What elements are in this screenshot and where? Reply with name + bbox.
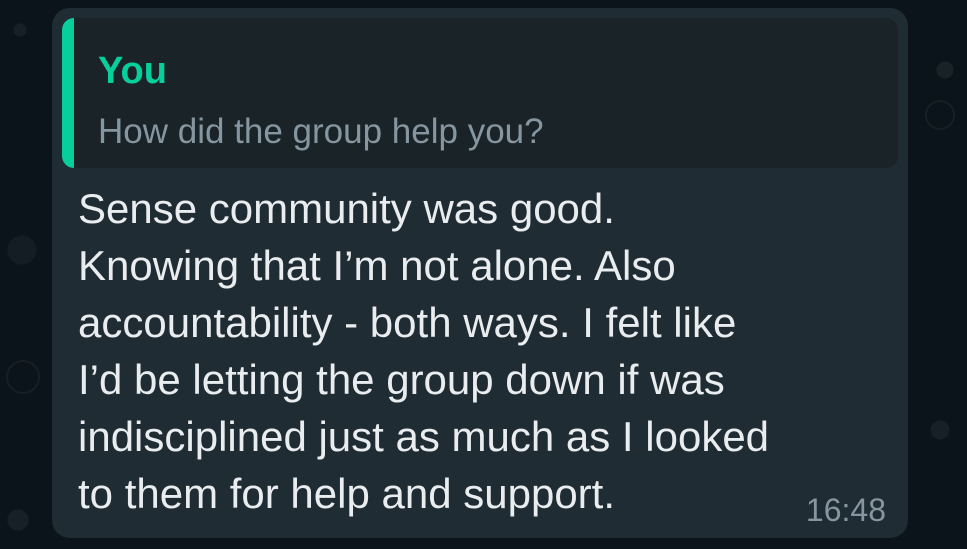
quoted-text: How did the group help you?	[98, 112, 544, 151]
quoted-author: You	[98, 50, 167, 92]
message-line-4: I’d be letting the group down if was	[78, 356, 725, 403]
message-text: Sense community was good. Knowing that I…	[78, 180, 878, 522]
quoted-message[interactable]: You How did the group help you?	[62, 18, 898, 168]
message-line-6: to them for help and support.	[78, 470, 615, 517]
message-timestamp: 16:48	[805, 492, 886, 528]
message-bubble[interactable]: You How did the group help you? Sense co…	[52, 8, 908, 538]
quote-accent-bar	[62, 18, 74, 168]
message-line-3: accountability - both ways. I felt like	[78, 299, 737, 346]
message-line-1: Sense community was good.	[78, 185, 615, 232]
message-line-5: indisciplined just as much as I looked	[78, 413, 770, 460]
message-line-2: Knowing that I’m not alone. Also	[78, 242, 676, 289]
